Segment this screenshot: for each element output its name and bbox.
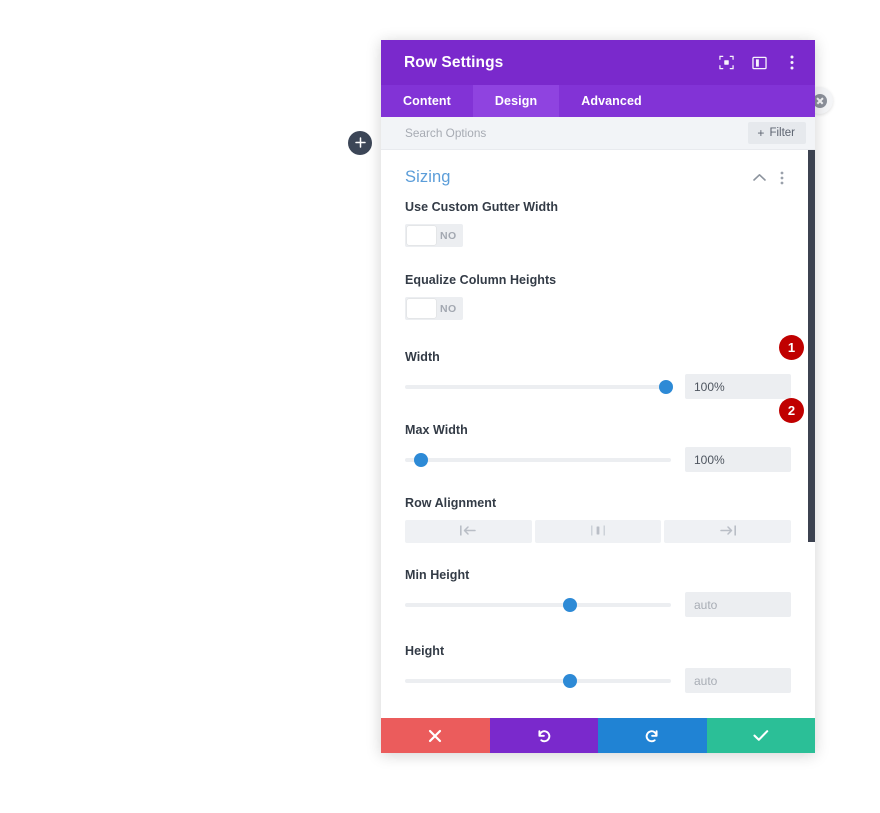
field-label: Use Custom Gutter Width: [405, 200, 559, 214]
more-vertical-icon[interactable]: [773, 171, 791, 185]
width-value[interactable]: 100%: [685, 374, 791, 399]
redo-arrow-icon: [644, 728, 660, 744]
tab-design[interactable]: Design: [472, 85, 560, 117]
callout-badge-1: 1: [779, 335, 804, 360]
width-slider[interactable]: [405, 379, 673, 395]
filter-button-label: Filter: [769, 127, 795, 139]
add-module-button[interactable]: [348, 131, 372, 155]
field-width: Width 100%: [405, 332, 791, 408]
header-icon-group: [718, 55, 800, 71]
field-height: Height auto: [405, 626, 791, 702]
field-label: Height: [405, 644, 445, 658]
height-value[interactable]: auto: [685, 668, 791, 693]
slider-handle[interactable]: [658, 379, 673, 394]
cancel-button[interactable]: [381, 718, 490, 753]
field-label: Min Height: [405, 568, 470, 582]
slider-handle[interactable]: [413, 452, 428, 467]
callout-badge-2: 2: [779, 398, 804, 423]
slider-row-width: 100%: [405, 374, 791, 399]
min-height-value[interactable]: auto: [685, 592, 791, 617]
align-center-button[interactable]: [534, 520, 662, 543]
field-max-width: Max Width 100%: [405, 408, 791, 481]
max-width-slider[interactable]: [405, 452, 671, 468]
undo-arrow-icon: [536, 728, 552, 744]
redo-button[interactable]: [598, 718, 707, 753]
layout-columns-icon[interactable]: [751, 55, 767, 71]
field-row-alignment: Row Alignment: [405, 481, 792, 552]
modal-tab-bar: Content Design Advanced: [381, 85, 815, 117]
align-center-icon: [589, 523, 607, 541]
plus-icon: +: [757, 126, 765, 140]
settings-scrollbar[interactable]: [808, 150, 815, 718]
more-vertical-icon[interactable]: [784, 55, 800, 71]
toggle-value: NO: [440, 229, 457, 242]
settings-scroll-area: Sizing Use Custom Gutter Width NO Equali…: [381, 150, 815, 718]
slider-handle[interactable]: [562, 673, 577, 688]
toggle-equalize-column-heights[interactable]: NO: [405, 297, 463, 320]
modal-body: Sizing Use Custom Gutter Width NO Equali…: [381, 150, 815, 718]
slider-row-max-width: 100%: [405, 447, 791, 472]
tab-content[interactable]: Content: [381, 85, 473, 117]
tab-advanced[interactable]: Advanced: [559, 85, 664, 117]
focus-target-icon[interactable]: [718, 55, 734, 71]
close-x-icon: [428, 729, 442, 743]
field-min-height: Min Height auto: [405, 552, 791, 626]
slider-track: [405, 457, 671, 462]
search-input[interactable]: [405, 126, 749, 140]
modal-header: Row Settings: [381, 40, 815, 85]
toggle-knob: [407, 299, 436, 318]
check-icon: [753, 729, 769, 742]
save-button[interactable]: [706, 718, 815, 753]
chevron-up-icon[interactable]: [750, 173, 768, 182]
align-left-button[interactable]: [405, 520, 532, 543]
toggle-use-custom-gutter-width[interactable]: NO: [405, 224, 463, 247]
row-alignment-group: [405, 520, 792, 543]
align-right-button[interactable]: [664, 520, 792, 543]
modal-footer: [381, 718, 815, 753]
field-label: Max Width: [405, 423, 468, 437]
toggle-value: NO: [440, 302, 457, 315]
slider-track: [405, 384, 671, 389]
plus-icon: [354, 136, 366, 151]
slider-track: [405, 678, 671, 683]
undo-button[interactable]: [489, 718, 598, 753]
max-width-value[interactable]: 100%: [685, 447, 791, 472]
align-left-icon: [459, 523, 477, 541]
slider-row-height: auto: [405, 668, 791, 693]
row-settings-modal: Row Settings Content Design Advanced Sea…: [381, 40, 815, 753]
min-height-slider[interactable]: [405, 597, 671, 613]
search-bar: + Filter: [381, 117, 815, 150]
field-label: Row Alignment: [405, 496, 497, 510]
slider-handle[interactable]: [562, 597, 577, 612]
slider-track: [405, 602, 671, 607]
section-header-sizing: Sizing: [405, 150, 791, 200]
field-use-custom-gutter-width: Use Custom Gutter Width NO: [405, 200, 791, 259]
align-right-icon: [719, 523, 737, 541]
scrollbar-thumb[interactable]: [808, 150, 815, 542]
page-title: Row Settings: [404, 53, 504, 71]
section-title: Sizing: [405, 168, 451, 186]
filter-button[interactable]: + Filter: [748, 122, 806, 144]
field-equalize-column-heights: Equalize Column Heights NO: [405, 259, 791, 332]
field-label: Equalize Column Heights: [405, 273, 557, 287]
height-slider[interactable]: [405, 673, 671, 689]
slider-row-min-height: auto: [405, 592, 791, 617]
field-label: Width: [405, 350, 440, 364]
toggle-knob: [407, 226, 436, 245]
field-max-height: Max Height none: [405, 702, 791, 718]
